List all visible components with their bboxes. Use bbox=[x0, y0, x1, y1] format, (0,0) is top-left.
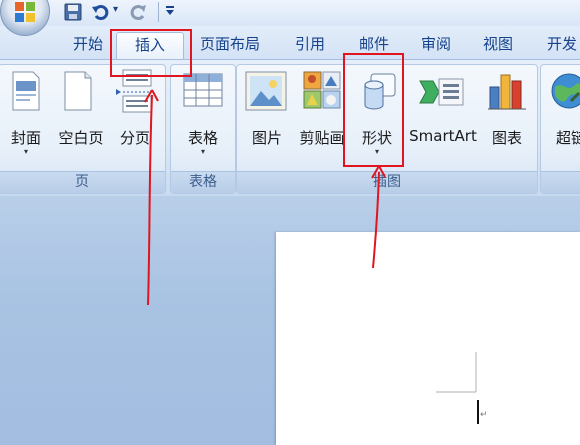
annotation-arrows bbox=[144, 89, 386, 306]
